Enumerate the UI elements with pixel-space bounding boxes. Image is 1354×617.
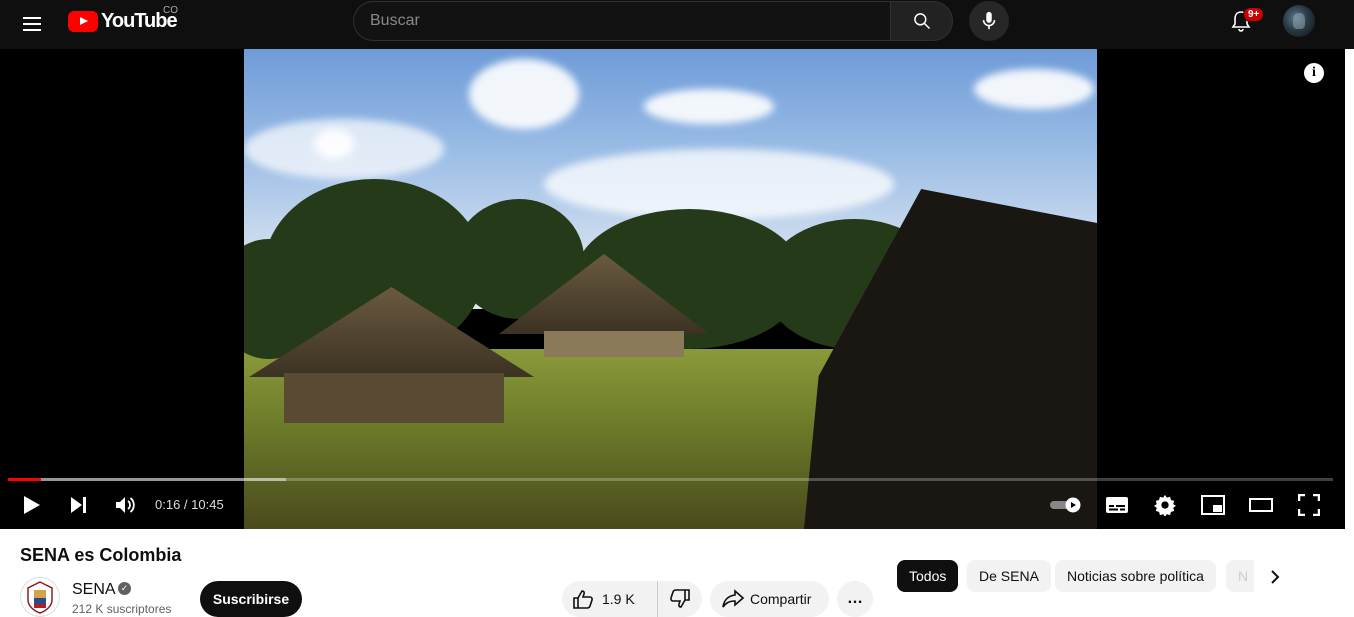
fullscreen-button[interactable] [1296, 492, 1322, 518]
country-code: CO [163, 5, 178, 16]
channel-name[interactable]: SENA [72, 581, 116, 599]
search-icon [913, 13, 930, 30]
like-dislike-group: 1.9 K [562, 581, 702, 617]
play-button[interactable] [18, 492, 44, 518]
thumbs-down-icon [670, 589, 690, 608]
video-frame[interactable] [244, 49, 1097, 529]
video-player[interactable]: i 0:16 / 10:45 [0, 49, 1345, 529]
menu-icon-line [23, 23, 41, 25]
progress-played [8, 478, 42, 481]
menu-icon-line [23, 29, 41, 31]
masthead: YouTube CO Buscar 9+ [0, 0, 1354, 49]
like-count: 1.9 K [602, 591, 635, 607]
player-controls: 0:16 / 10:45 [0, 484, 1345, 524]
verified-icon: ✓ [118, 582, 131, 595]
share-button[interactable]: Compartir [710, 581, 829, 617]
dislike-button[interactable] [658, 581, 702, 617]
more-actions-button[interactable]: … [837, 581, 873, 617]
autoplay-toggle-icon [1050, 497, 1081, 513]
miniplayer-button[interactable] [1200, 492, 1226, 518]
autoplay-toggle[interactable] [1049, 492, 1083, 518]
chip-partial[interactable]: N [1226, 560, 1254, 592]
search-box: Buscar [353, 1, 953, 41]
progress-bar[interactable] [8, 478, 1333, 481]
microphone-icon [982, 11, 996, 30]
subscribe-button[interactable]: Suscribirse [200, 581, 302, 617]
share-label: Compartir [750, 591, 812, 607]
notification-count-badge: 9+ [1243, 7, 1265, 22]
mute-button[interactable] [112, 492, 138, 518]
like-button[interactable]: 1.9 K [562, 581, 658, 617]
share-icon [722, 589, 744, 608]
youtube-play-icon [68, 10, 98, 32]
settings-button[interactable] [1152, 492, 1178, 518]
video-title: SENA es Colombia [20, 545, 182, 565]
channel-avatar[interactable] [20, 577, 60, 617]
guide-menu-button[interactable] [16, 8, 48, 40]
channel-logo-icon [27, 581, 53, 614]
miniplayer-icon [1201, 495, 1225, 515]
subscriber-count: 212 K suscriptores [72, 602, 172, 616]
chip-todos[interactable]: Todos [897, 560, 959, 592]
volume-icon [116, 497, 135, 513]
theater-mode-button[interactable] [1248, 492, 1274, 518]
theater-mode-icon [1249, 498, 1273, 512]
gear-icon [1154, 494, 1176, 516]
search-button[interactable] [890, 1, 953, 41]
voice-search-button[interactable] [969, 1, 1009, 41]
thumbs-up-icon [573, 590, 593, 609]
info-button[interactable]: i [1304, 63, 1324, 83]
chips-next-button[interactable] [1260, 562, 1290, 592]
menu-icon-line [23, 17, 41, 19]
youtube-logo[interactable]: YouTube CO [68, 5, 178, 32]
play-icon [24, 496, 40, 514]
duration: 10:45 [191, 497, 224, 512]
current-time: 0:16 [155, 497, 181, 512]
account-avatar[interactable] [1283, 5, 1315, 37]
subtitles-button[interactable] [1104, 492, 1130, 518]
subtitles-icon [1106, 497, 1128, 513]
chip-de-sena[interactable]: De SENA [967, 560, 1051, 592]
fullscreen-icon [1298, 494, 1320, 516]
search-placeholder: Buscar [370, 12, 420, 29]
skip-next-icon [71, 497, 86, 513]
progress-loaded [8, 478, 287, 481]
time-display: 0:16 / 10:45 [155, 497, 224, 512]
chip-noticias-politica[interactable]: Noticias sobre política [1055, 560, 1216, 592]
search-input[interactable]: Buscar [353, 1, 890, 41]
time-separator: / [180, 497, 192, 512]
chevron-right-icon [1271, 570, 1280, 584]
next-button[interactable] [65, 492, 91, 518]
